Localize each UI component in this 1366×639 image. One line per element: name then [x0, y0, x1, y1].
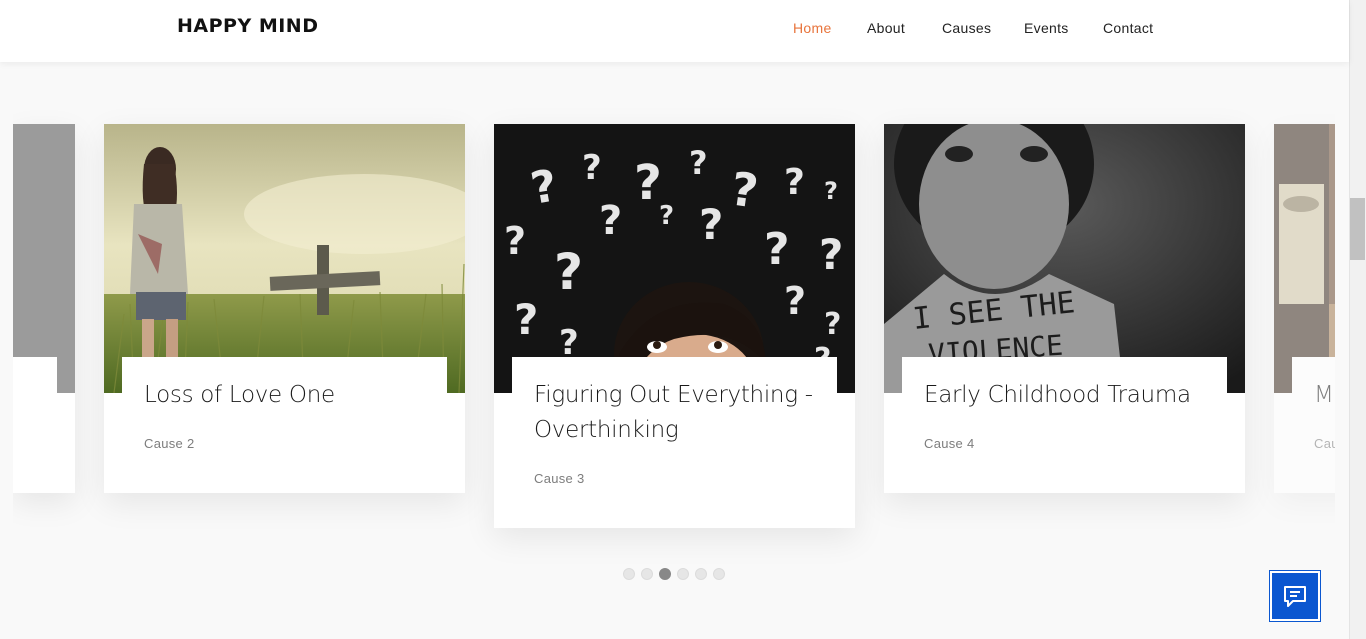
cause-card-next[interactable]: Mi Cau [1274, 124, 1335, 493]
svg-text:?: ? [824, 177, 838, 205]
cause-card[interactable]: ? ? ? ? ? ? ? ? ? ? ? ? ? ? ? ? ? ? Figu… [494, 124, 855, 528]
carousel-dot[interactable] [677, 568, 689, 580]
carousel-dot[interactable] [695, 568, 707, 580]
nav-home[interactable]: Home [793, 20, 832, 36]
cause-card-title[interactable]: Figuring Out Everything - Overthinking [534, 378, 825, 448]
svg-text:?: ? [634, 155, 662, 211]
cause-card-image: I SEE THE VIOLENCE [884, 124, 1245, 393]
cause-card-title[interactable]: Mi [1314, 378, 1335, 413]
svg-text:?: ? [504, 219, 526, 263]
cause-card-previous[interactable] [13, 124, 75, 493]
cause-card-title[interactable]: Early Childhood Trauma [924, 378, 1215, 413]
causes-carousel[interactable]: Loss of Love One Cause 2 ? ? ? ? ? ? ? ?… [13, 0, 1335, 639]
svg-text:?: ? [689, 144, 708, 182]
site-header: HAPPY MIND Home About Causes Events Cont… [0, 0, 1349, 62]
site-logo[interactable]: HAPPY MIND [177, 15, 318, 37]
cause-card-image [1274, 124, 1335, 393]
nav-causes[interactable]: Causes [942, 20, 991, 36]
svg-text:?: ? [819, 230, 843, 279]
nav-about[interactable]: About [867, 20, 905, 36]
cause-card-subtitle: Cau [1314, 436, 1335, 451]
svg-text:?: ? [699, 200, 723, 249]
svg-text:?: ? [582, 148, 602, 188]
svg-text:?: ? [514, 295, 538, 344]
cause-card-image: ? ? ? ? ? ? ? ? ? ? ? ? ? ? ? ? ? ? [494, 124, 855, 393]
cause-card[interactable]: I SEE THE VIOLENCE Early Childhood Traum… [884, 124, 1245, 493]
nav-contact[interactable]: Contact [1103, 20, 1153, 36]
cause-card[interactable]: Loss of Love One Cause 2 [104, 124, 465, 493]
chat-icon [1284, 586, 1306, 607]
svg-text:?: ? [784, 279, 806, 323]
cause-card-title[interactable]: Loss of Love One [144, 378, 435, 413]
cause-card-subtitle: Cause 4 [924, 436, 975, 451]
scrollbar-thumb[interactable] [1350, 198, 1365, 260]
cause-card-subtitle: Cause 3 [534, 471, 585, 486]
cause-card-image [104, 124, 465, 393]
page-scrollbar[interactable] [1349, 0, 1366, 639]
cause-card-image [13, 124, 75, 393]
nav-events[interactable]: Events [1024, 20, 1069, 36]
chat-button[interactable] [1269, 570, 1321, 622]
carousel-dot[interactable] [713, 568, 725, 580]
carousel-dot[interactable] [641, 568, 653, 580]
carousel-dot[interactable] [623, 568, 635, 580]
carousel-dot-active[interactable] [659, 568, 671, 580]
svg-text:?: ? [824, 307, 841, 342]
svg-text:?: ? [764, 224, 790, 275]
svg-text:?: ? [599, 198, 622, 244]
svg-text:?: ? [659, 201, 674, 231]
svg-text:?: ? [554, 243, 583, 301]
svg-text:?: ? [784, 162, 805, 203]
cause-card-subtitle: Cause 2 [144, 436, 195, 451]
